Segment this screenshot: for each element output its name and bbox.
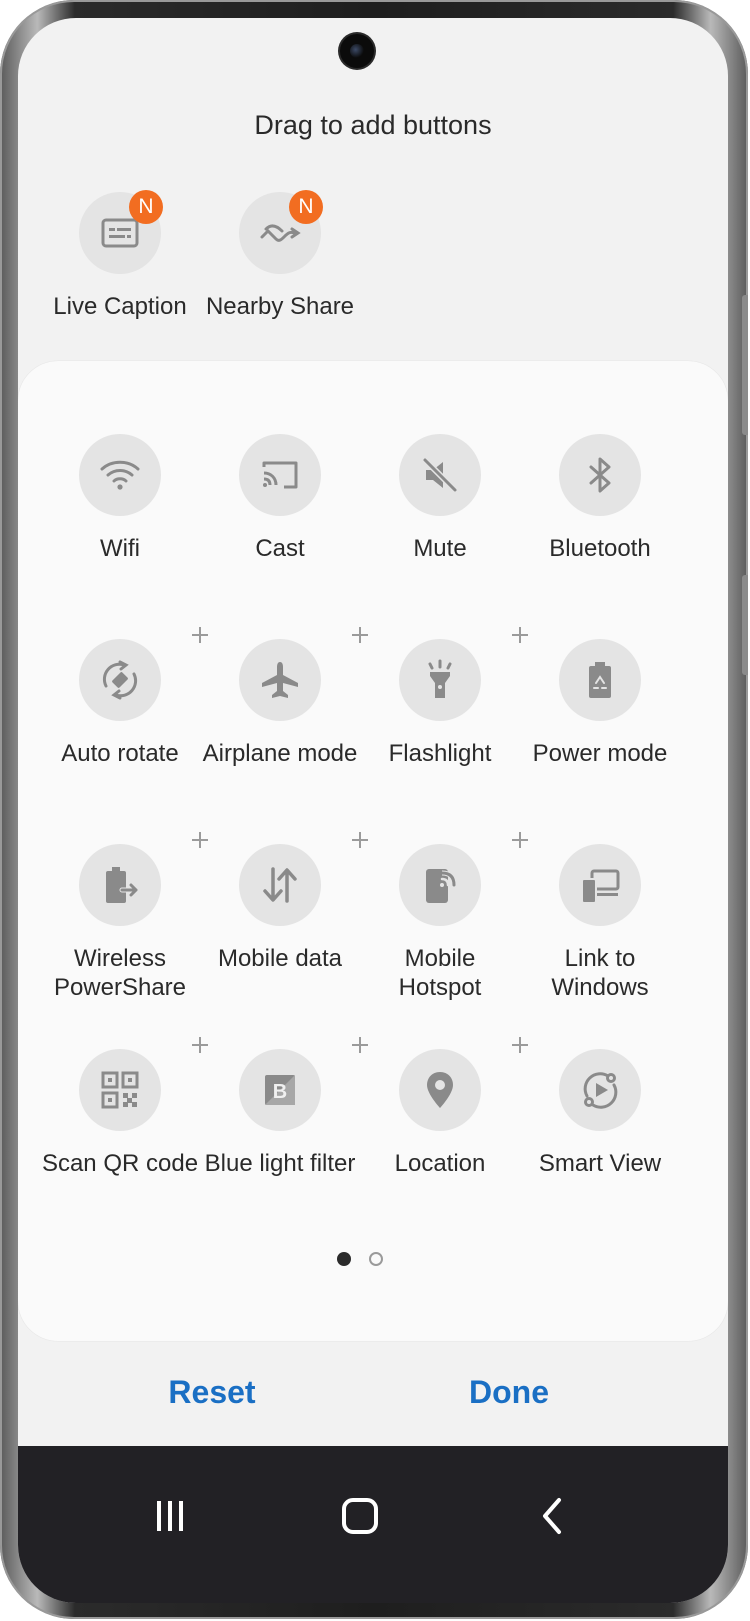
tile-label: Mobile Hotspot: [398, 945, 482, 1001]
flashlight-icon: [428, 659, 452, 698]
airplane-icon: [262, 662, 298, 698]
home-button[interactable]: [330, 1486, 390, 1546]
navigation-bar: [18, 1446, 728, 1603]
tile-wireless-powershare[interactable]: Wireless PowerShare: [40, 844, 200, 1002]
tile-label: Auto rotate: [61, 740, 179, 767]
new-badge: N: [289, 190, 323, 224]
volume-button: [742, 295, 748, 435]
mute-icon: [422, 457, 458, 493]
tile-location[interactable]: Location: [360, 1049, 520, 1178]
tile-auto-rotate[interactable]: Auto rotate: [40, 639, 200, 768]
smart-view-icon: [583, 1072, 618, 1109]
tile-wifi[interactable]: Wifi: [40, 434, 200, 563]
tile-link-to-windows[interactable]: Link to Windows: [520, 844, 680, 1002]
page-indicator-2[interactable]: [369, 1252, 383, 1266]
tile-label: Cast: [255, 535, 305, 562]
new-badge: N: [129, 190, 163, 224]
back-icon: [543, 1498, 561, 1534]
tile-label: Mute: [413, 535, 467, 562]
tile-label: Link to Windows: [551, 945, 649, 1001]
tile-label: Bluetooth: [549, 535, 651, 562]
power-button: [742, 575, 748, 675]
wireless-powershare-icon: [106, 867, 140, 903]
tile-flashlight[interactable]: Flashlight: [360, 639, 520, 768]
tile-scan-qr-code[interactable]: Scan QR code: [40, 1049, 200, 1178]
tile-cast[interactable]: Cast: [200, 434, 360, 563]
tile-label: Flashlight: [388, 740, 492, 767]
tile-label: Airplane mode: [202, 740, 358, 767]
tile-label: Blue light filter: [204, 1150, 356, 1177]
tile-label: Scan QR code: [41, 1150, 199, 1177]
available-tile-live-caption[interactable]: N Live Caption: [40, 190, 200, 321]
blue-light-filter-icon: B: [265, 1075, 295, 1105]
tile-label: Power mode: [532, 740, 668, 767]
mobile-data-icon: [263, 867, 297, 903]
tile-label: Smart View: [538, 1150, 662, 1177]
link-to-windows-icon: [581, 869, 620, 904]
tile-label: Location: [394, 1150, 486, 1177]
tile-label: Wireless PowerShare: [53, 945, 187, 1001]
qr-code-icon: [101, 1071, 139, 1109]
recent-apps-icon: [157, 1501, 183, 1531]
location-icon: [427, 1072, 453, 1108]
active-buttons-panel: Wifi Cast Mute Bluetooth Auto rotate Air…: [18, 361, 728, 1341]
tile-label: Nearby Share: [205, 293, 355, 320]
page-indicator-1[interactable]: [337, 1252, 351, 1266]
tile-blue-light-filter[interactable]: B Blue light filter: [200, 1049, 360, 1178]
screen: Drag to add buttons N Live Caption N Nea…: [18, 18, 728, 1603]
tile-smart-view[interactable]: Smart View: [520, 1049, 680, 1178]
tile-label: Live Caption: [53, 293, 187, 320]
tile-label: Wifi: [100, 535, 140, 562]
front-camera: [340, 34, 374, 68]
done-button[interactable]: Done: [389, 1374, 629, 1411]
mobile-hotspot-icon: [426, 869, 457, 903]
tile-airplane-mode[interactable]: Airplane mode: [200, 639, 360, 768]
bluetooth-icon: [589, 457, 611, 493]
phone-frame: Drag to add buttons N Live Caption N Nea…: [0, 0, 748, 1619]
available-tile-nearby-share[interactable]: N Nearby Share: [200, 190, 360, 321]
svg-text:B: B: [273, 1081, 287, 1103]
recent-apps-button[interactable]: [140, 1486, 200, 1546]
home-icon: [342, 1498, 378, 1534]
reset-button[interactable]: Reset: [92, 1374, 332, 1411]
back-button[interactable]: [523, 1486, 583, 1546]
page-title: Drag to add buttons: [254, 110, 492, 140]
wifi-icon: [100, 460, 140, 490]
tile-bluetooth[interactable]: Bluetooth: [520, 434, 680, 563]
tile-power-mode[interactable]: Power mode: [520, 639, 680, 768]
power-mode-icon: [589, 662, 611, 698]
tile-mobile-data[interactable]: Mobile data: [200, 844, 360, 973]
tile-label: Mobile data: [217, 945, 343, 972]
cast-icon: [262, 461, 298, 489]
tile-mobile-hotspot[interactable]: Mobile Hotspot: [360, 844, 520, 1002]
tile-mute[interactable]: Mute: [360, 434, 520, 563]
auto-rotate-icon: [102, 660, 138, 700]
